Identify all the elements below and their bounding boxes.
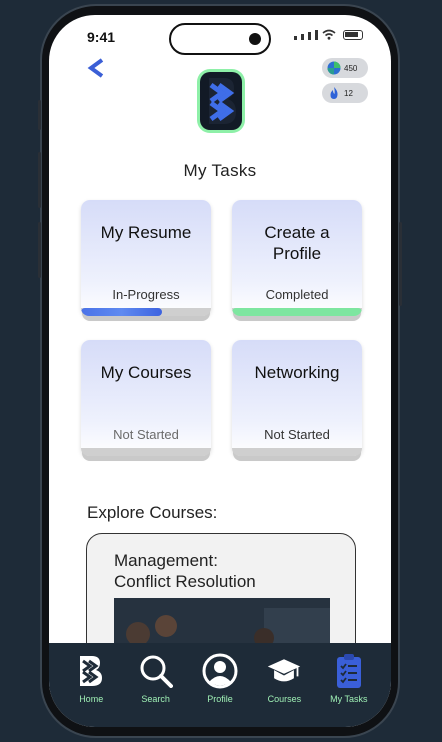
my-tasks-heading: My Tasks [183,161,257,180]
status-icons [294,29,363,40]
tab-icon-wrap [331,653,367,689]
wifi-icon [322,29,336,40]
gem-icon [327,61,341,75]
tab-home[interactable]: Home [59,643,123,727]
task-title: My Resume [100,223,192,242]
flame-icon [330,87,338,99]
dynamic-island [169,23,271,55]
b-logo-icon [209,78,236,124]
course-title: Management: Conflict Resolution [114,550,256,592]
streak-badge[interactable]: 12 [322,83,368,103]
tab-label: Search [141,694,170,704]
clipboard-checklist-icon [336,654,361,688]
signal-bar [301,34,304,40]
task-progress-bar [81,308,211,316]
tab-icon-wrap [266,653,302,689]
tab-icon-wrap [73,653,109,689]
task-progress-bar [232,308,362,316]
task-card-networking[interactable]: Networking Not Started [232,340,362,456]
task-title: My Courses [100,363,192,382]
tab-label: Home [79,694,104,704]
tab-courses[interactable]: Courses [252,643,316,727]
task-status: Not Started [264,427,330,442]
tab-label: My Tasks [330,694,368,704]
streak-count: 12 [344,88,353,98]
task-card-create-profile[interactable]: Create a Profile Completed [232,200,362,316]
app-logo [200,72,242,130]
tab-search[interactable]: Search [123,643,187,727]
tab-label: Profile [207,694,233,704]
power-button [399,222,402,306]
gems-badge[interactable]: 450 [322,58,368,78]
task-title: Networking [254,363,340,382]
battery-icon [343,30,363,40]
task-card-my-courses[interactable]: My Courses Not Started [81,340,211,456]
status-time: 9:41 [87,29,116,45]
task-status: In-Progress [112,287,180,302]
tab-my-tasks[interactable]: My Tasks [317,643,381,727]
task-progress-fill [232,308,362,316]
course-title-line2: Conflict Resolution [114,572,256,591]
signal-bar [308,32,311,40]
app-screen: 9:41 450 12 My Tasks My Resume In-Progre… [49,15,391,727]
volume-down-button [38,222,41,278]
task-status: Completed [265,287,329,302]
tab-icon-wrap [138,653,174,689]
gems-count: 450 [344,63,358,73]
volume-up-button [38,152,41,208]
user-icon [202,653,238,689]
signal-icon [294,36,297,40]
mute-switch [38,100,41,130]
task-title: Create a Profile [264,223,330,263]
back-chevron-icon[interactable] [85,57,107,79]
task-progress-fill [81,308,162,316]
search-icon [140,655,173,688]
tab-label: Courses [267,694,302,704]
tab-icon-wrap [202,653,238,689]
graduation-cap-icon [268,659,301,682]
task-progress-bar [81,448,211,456]
task-progress-bar [232,448,362,456]
camera-dot [249,33,261,45]
task-status: Not Started [113,427,179,442]
course-title-line1: Management: [114,551,218,570]
b-logo-icon [80,656,103,686]
tab-profile[interactable]: Profile [188,643,252,727]
bottom-tab-bar: Home Search Profile Courses My Tasks [49,643,391,727]
task-card-my-resume[interactable]: My Resume In-Progress [81,200,211,316]
signal-bar [315,30,318,40]
explore-courses-heading: Explore Courses: [87,503,218,522]
